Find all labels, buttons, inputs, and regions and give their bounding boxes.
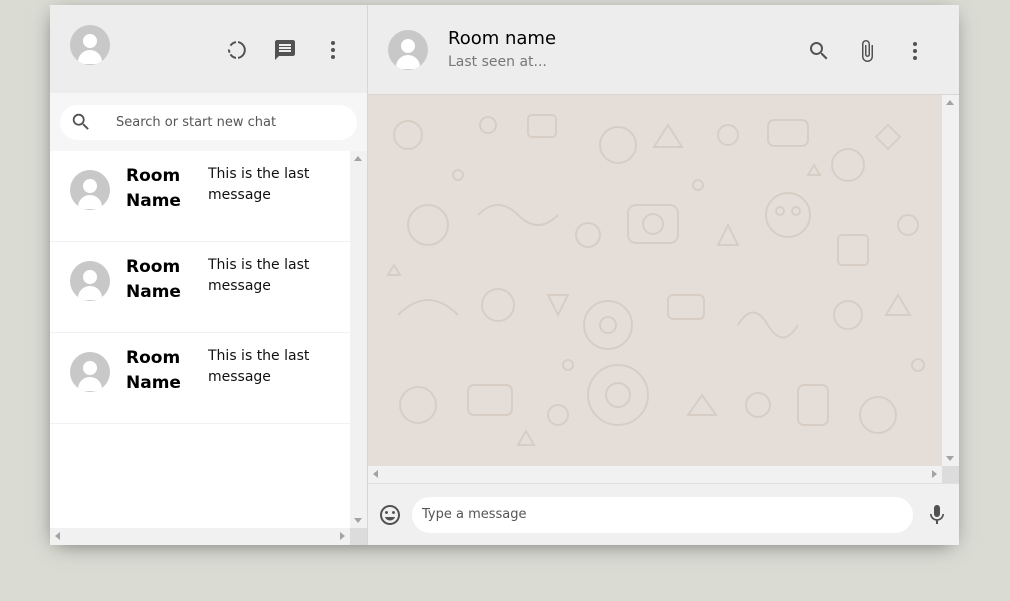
last-seen-text: Last seen at...	[448, 54, 547, 70]
sidebar-header-actions	[225, 38, 345, 62]
search-input[interactable]	[116, 114, 336, 130]
status-icon[interactable]	[225, 38, 249, 62]
chat-last-message: This is the last message	[208, 348, 310, 385]
scrollbar-corner	[350, 528, 367, 545]
chat-header-info: Room name Last seen at...	[448, 26, 556, 70]
more-vert-icon[interactable]	[903, 39, 927, 63]
room-avatar[interactable]	[388, 30, 428, 70]
chat-list-item[interactable]: Room Name This is the last message	[50, 151, 350, 242]
scroll-up-arrow-icon[interactable]	[354, 156, 362, 161]
chat-header-actions	[807, 39, 927, 63]
scrollbar-corner	[942, 466, 959, 483]
scroll-down-arrow-icon[interactable]	[946, 456, 954, 461]
room-avatar	[70, 352, 110, 392]
chat-list-horizontal-scrollbar[interactable]	[50, 528, 350, 545]
mic-icon[interactable]	[925, 503, 949, 527]
scroll-right-arrow-icon[interactable]	[932, 470, 937, 478]
sidebar: Room Name This is the last message Room …	[50, 5, 368, 545]
chat-wallpaper-pattern	[386, 114, 925, 446]
search-icon[interactable]	[807, 39, 831, 63]
sidebar-search-bar	[50, 93, 367, 151]
user-avatar[interactable]	[70, 25, 110, 65]
search-icon	[72, 113, 89, 130]
chat-room-name: Room Name	[126, 348, 181, 393]
chat-body-horizontal-scrollbar[interactable]	[368, 466, 942, 483]
chat-list: Room Name This is the last message Room …	[50, 151, 350, 528]
chat-list-vertical-scrollbar[interactable]	[350, 151, 367, 528]
scroll-down-arrow-icon[interactable]	[354, 518, 362, 523]
message-input[interactable]	[412, 496, 913, 533]
chat-panel: Room name Last seen at...	[368, 5, 959, 545]
chat-list-container: Room Name This is the last message Room …	[50, 151, 367, 545]
message-form	[412, 496, 913, 533]
attach-file-icon[interactable]	[855, 39, 879, 63]
scroll-up-arrow-icon[interactable]	[946, 100, 954, 105]
chat-body-vertical-scrollbar[interactable]	[942, 95, 959, 466]
chat-list-item[interactable]: Room Name This is the last message	[50, 333, 350, 424]
room-title: Room name	[448, 28, 557, 49]
room-avatar	[70, 170, 110, 210]
new-chat-icon[interactable]	[273, 38, 297, 62]
chat-list-item[interactable]: Room Name This is the last message	[50, 242, 350, 333]
chat-last-message: This is the last message	[208, 166, 310, 203]
chat-last-message: This is the last message	[208, 257, 310, 294]
scroll-left-arrow-icon[interactable]	[373, 470, 378, 478]
search-container	[60, 104, 357, 140]
sidebar-header	[50, 5, 367, 93]
scroll-left-arrow-icon[interactable]	[55, 532, 60, 540]
chat-body	[368, 95, 959, 483]
room-avatar	[70, 261, 110, 301]
emoji-icon[interactable]	[378, 503, 402, 527]
scroll-right-arrow-icon[interactable]	[340, 532, 345, 540]
more-vert-icon[interactable]	[321, 38, 345, 62]
chat-room-name: Room Name	[126, 166, 181, 211]
chat-room-name: Room Name	[126, 257, 181, 302]
chat-footer	[368, 483, 959, 545]
chat-header: Room name Last seen at...	[368, 5, 959, 95]
whatsapp-app-window: Room Name This is the last message Room …	[50, 5, 959, 545]
